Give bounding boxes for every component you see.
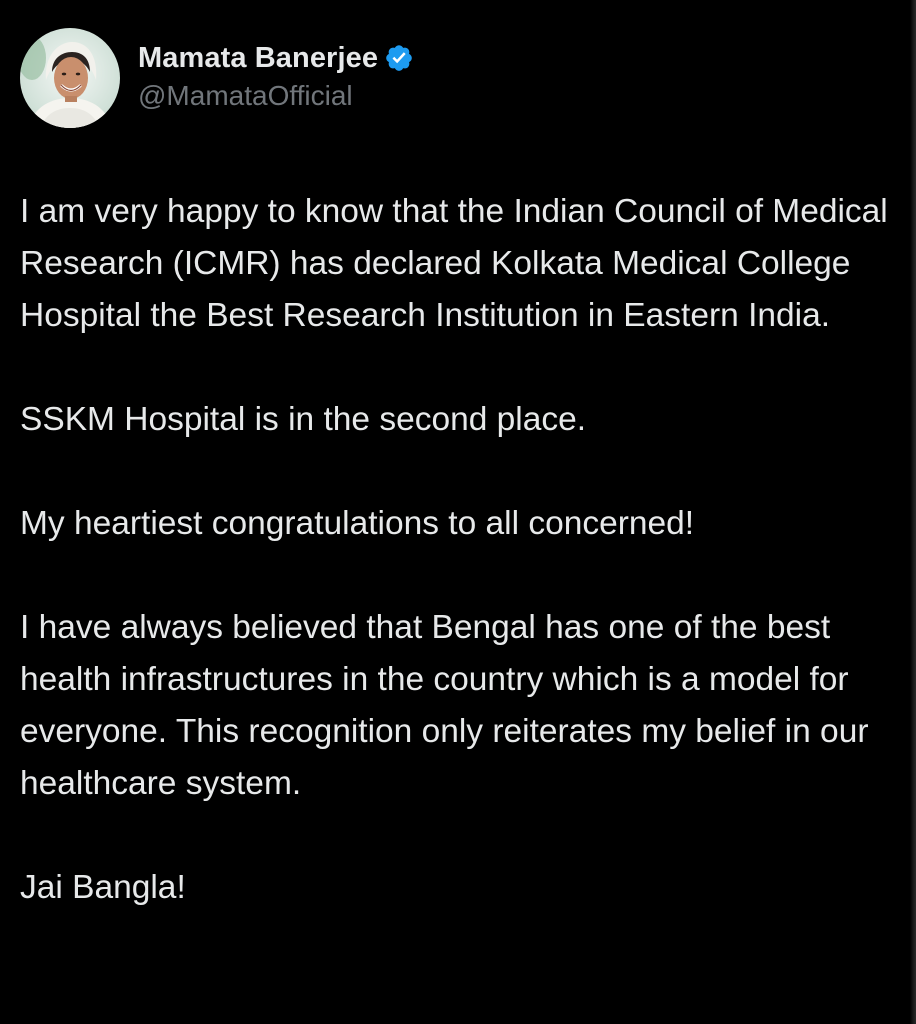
- tweet-paragraph: SSKM Hospital is in the second place.: [20, 401, 587, 438]
- tweet-paragraph: I am very happy to know that the Indian …: [20, 193, 888, 334]
- verified-badge-icon[interactable]: [384, 43, 414, 73]
- tweet-paragraph: I have always believed that Bengal has o…: [20, 609, 869, 802]
- tweet-header: Mamata Banerjee @MamataOfficial: [20, 28, 414, 128]
- tweet-paragraph: My heartiest congratulations to all conc…: [20, 505, 695, 542]
- tweet-card: Mamata Banerjee @MamataOfficial I am ver…: [0, 0, 916, 1024]
- display-name[interactable]: Mamata Banerjee: [138, 42, 378, 75]
- tweet-paragraph: Jai Bangla!: [20, 869, 186, 906]
- user-handle[interactable]: @MamataOfficial: [138, 80, 414, 112]
- avatar-photo: [20, 28, 120, 128]
- avatar[interactable]: [20, 28, 120, 128]
- scrollbar[interactable]: [910, 0, 916, 1024]
- name-row: Mamata Banerjee: [138, 40, 414, 76]
- author-info: Mamata Banerjee @MamataOfficial: [138, 28, 414, 112]
- tweet-text: I am very happy to know that the Indian …: [20, 186, 900, 914]
